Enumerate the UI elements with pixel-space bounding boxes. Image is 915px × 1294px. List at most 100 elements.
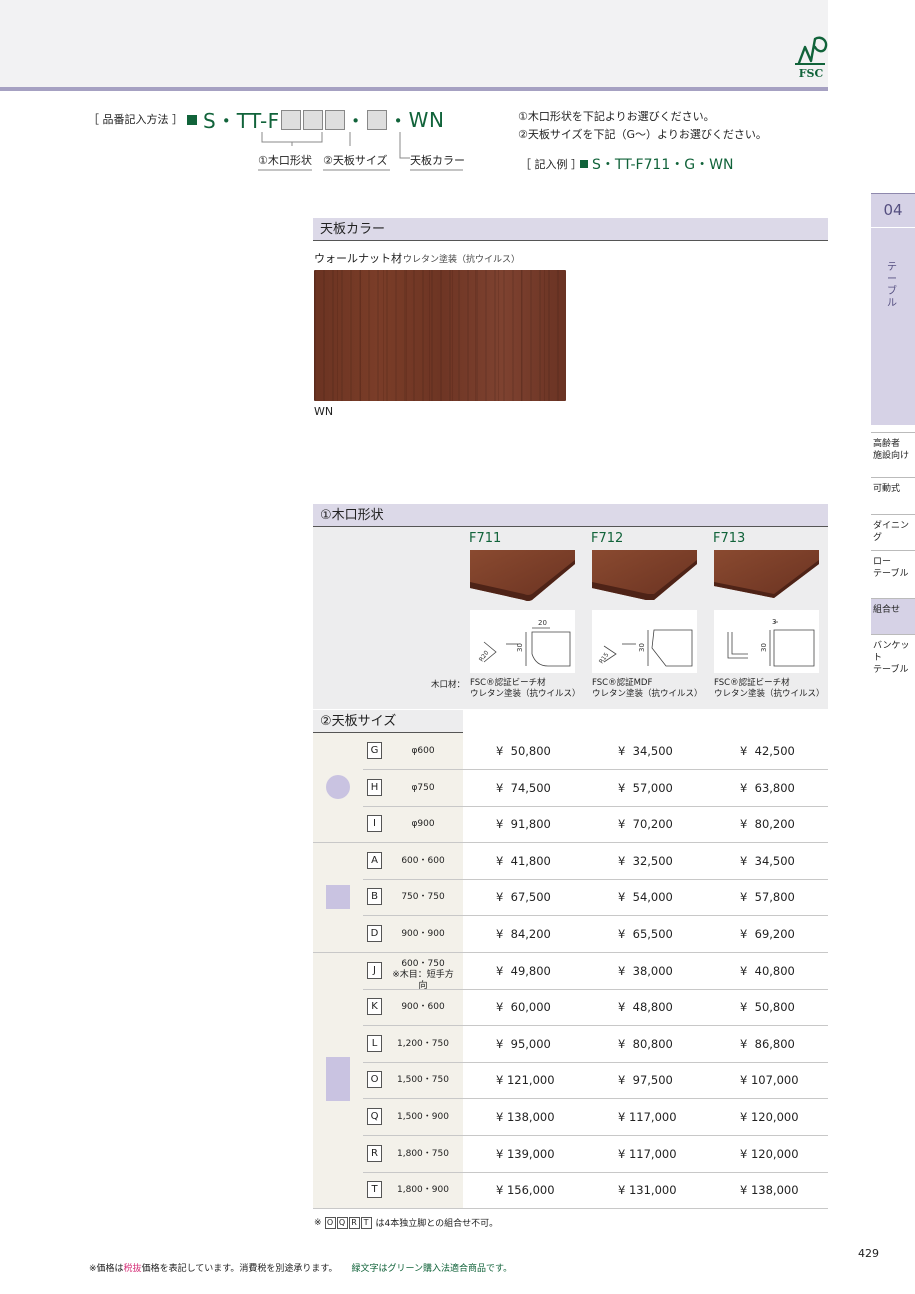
price-f711: ¥ 74,500 [496, 780, 551, 795]
price-f711: ¥ 41,800 [496, 853, 551, 868]
side-tab-item[interactable]: ダイニング [871, 514, 915, 550]
price-f713: ¥ 120,000 [740, 1146, 799, 1161]
side-tab-item[interactable]: 高齢者 施設向け [871, 432, 915, 477]
price-f712: ¥ 70,200 [618, 817, 673, 832]
price-f711: ¥ 50,800 [496, 744, 551, 758]
side-tab-item[interactable]: 組合せ [871, 598, 915, 634]
size-row: A 600・600 ¥ 41,800 ¥ 32,500 ¥ 34,500 [313, 843, 828, 880]
material-line: FSC®認証ビーチ材 [714, 678, 790, 688]
dim-label: R20 [478, 649, 491, 663]
size-code: R [367, 1144, 382, 1162]
size-code: Q [367, 1108, 382, 1125]
placeholder-box [280, 109, 301, 130]
size-dimension: 1,500・750 [388, 1075, 458, 1086]
size-code: J [367, 961, 382, 979]
size-row: D 900・900 ¥ 84,200 ¥ 65,500 ¥ 69,200 [313, 916, 828, 953]
material-line: ウレタン塗装（抗ウイルス） [592, 689, 703, 699]
chapter-number-tab[interactable]: 04 [871, 193, 915, 227]
price-f712: ¥ 34,500 [618, 744, 673, 758]
placeholder-box [324, 109, 345, 130]
size-row: Hφ750 ¥ 74,500 ¥ 57,000 ¥ 63,800 [313, 770, 828, 807]
size-row: Iφ900 ¥ 91,800 ¥ 70,200 ¥ 80,200 [313, 806, 828, 844]
size-code: K [367, 998, 382, 1016]
edge-diagram-f711: 20 30 R20 [470, 610, 575, 673]
note-highlight: 税抜 [123, 1264, 142, 1274]
size-code: I [367, 815, 382, 833]
section-heading-color: 天板カラー [313, 218, 828, 241]
price-f711: ¥ 156,000 [496, 1183, 555, 1198]
fsc-logo-text: FSC [799, 67, 824, 80]
price-f713: ¥ 120,000 [740, 1110, 799, 1124]
side-tab-item[interactable]: ロー テーブル [871, 550, 915, 598]
size-dimension: 1,500・900 [388, 1112, 458, 1123]
size-dimension: 900・900 [388, 929, 458, 940]
dim-label: R15 [598, 651, 611, 665]
row-divider [313, 1208, 828, 1210]
price-f713: ¥ 57,800 [740, 890, 795, 905]
size-row: Q 1,500・900 ¥ 138,000 ¥ 117,000 ¥ 120,000 [313, 1099, 828, 1136]
size-code: O [367, 1071, 382, 1089]
placeholder-box [302, 109, 323, 130]
chapter-tab[interactable] [871, 228, 915, 425]
instruction-note: ②天板サイズを下記（G～）よりお選びください。 [518, 128, 767, 141]
dim-label: 20 [538, 619, 547, 627]
price-f711: ¥ 121,000 [496, 1073, 555, 1088]
material-line: ウレタン塗装（抗ウイルス） [714, 689, 825, 699]
edge-diagram-f713: 3 30 [714, 610, 819, 673]
note-text: ※価格は [89, 1264, 124, 1274]
footnote-code: O [324, 1216, 336, 1229]
size-dimension: 600・600 [388, 856, 458, 867]
side-tab-item[interactable]: バンケット テーブル [871, 634, 915, 675]
bracket-label-edge: ①木口形状 [258, 154, 312, 167]
footnote-code: T [360, 1216, 372, 1229]
material-line: ウレタン塗装（抗ウイルス） [470, 689, 581, 699]
wood-finish-note: ウレタン塗装（抗ウイルス） [403, 255, 521, 265]
size-dimension: 900・600 [388, 1002, 458, 1013]
edge-material-f711: FSC®認証ビーチ材 ウレタン塗装（抗ウイルス） [470, 678, 581, 700]
price-f711: ¥ 49,800 [496, 963, 551, 978]
price-f712: ¥ 131,000 [618, 1183, 677, 1198]
dimension-value: 900・900 [401, 929, 445, 939]
price-f713: ¥ 40,800 [740, 963, 795, 978]
price-f711: ¥ 95,000 [496, 1036, 551, 1051]
dimension-value: 1,500・750 [397, 1075, 449, 1086]
wood-material-name: ウォールナット材 [314, 252, 402, 265]
price-f712: ¥ 32,500 [618, 853, 673, 868]
size-code: D [367, 925, 382, 942]
dim-label: 3 [772, 618, 776, 626]
price-f711: ¥ 139,000 [496, 1146, 555, 1161]
walnut-color-swatch [314, 270, 566, 401]
fsc-logo-icon: FSC [795, 36, 828, 80]
size-row: T 1,800・900 ¥ 156,000 ¥ 131,000 ¥ 138,000 [313, 1172, 828, 1210]
dimension-value: φ900 [411, 819, 435, 830]
edge-diagram-f712: 30 R15 [592, 610, 697, 673]
edge-code-f712: F712 [591, 531, 624, 546]
size-row: J 600・750 ※木目：短手方向 ¥ 49,800 ¥ 38,000 ¥ 40,800 [313, 953, 828, 991]
price-f713: ¥ 138,000 [740, 1183, 799, 1198]
section-heading-size: ②天板サイズ [313, 710, 463, 733]
bullet-square-icon [580, 160, 588, 168]
price-f711: ¥ 67,500 [496, 890, 551, 905]
price-f711: ¥ 84,200 [496, 927, 551, 941]
page-number: 429 [858, 1247, 879, 1260]
size-dimension: φ600 [388, 746, 458, 757]
chapter-tab-label: テーブル [887, 262, 897, 309]
size-dimension: φ750 [388, 783, 458, 794]
header-band [0, 0, 828, 90]
size-dimension: 750・750 [388, 892, 458, 903]
dimension-value: 900・600 [401, 1002, 445, 1013]
dim-label: 30 [760, 643, 768, 652]
price-f711: ¥ 91,800 [496, 817, 551, 832]
side-tab-item[interactable]: 可動式 [871, 477, 915, 514]
price-f712: ¥ 65,500 [618, 927, 673, 941]
dimension-value: 600・750 [401, 958, 445, 969]
size-row: O 1,500・750 ¥ 121,000 ¥ 97,500 ¥ 107,000 [313, 1062, 828, 1100]
dimension-value: φ750 [411, 782, 435, 793]
edge-photo-f711 [470, 550, 575, 601]
edge-photo-f713 [714, 550, 819, 598]
size-row: Gφ600 ¥ 50,800 ¥ 34,500 ¥ 42,500 [313, 733, 828, 770]
dimension-value: 600・600 [401, 855, 445, 866]
example-value: S・TT-F711・G・WN [580, 154, 733, 174]
footnote-text: は4本独立脚との組合せ不可。 [375, 1219, 499, 1229]
footnote-code: Q [336, 1216, 348, 1229]
